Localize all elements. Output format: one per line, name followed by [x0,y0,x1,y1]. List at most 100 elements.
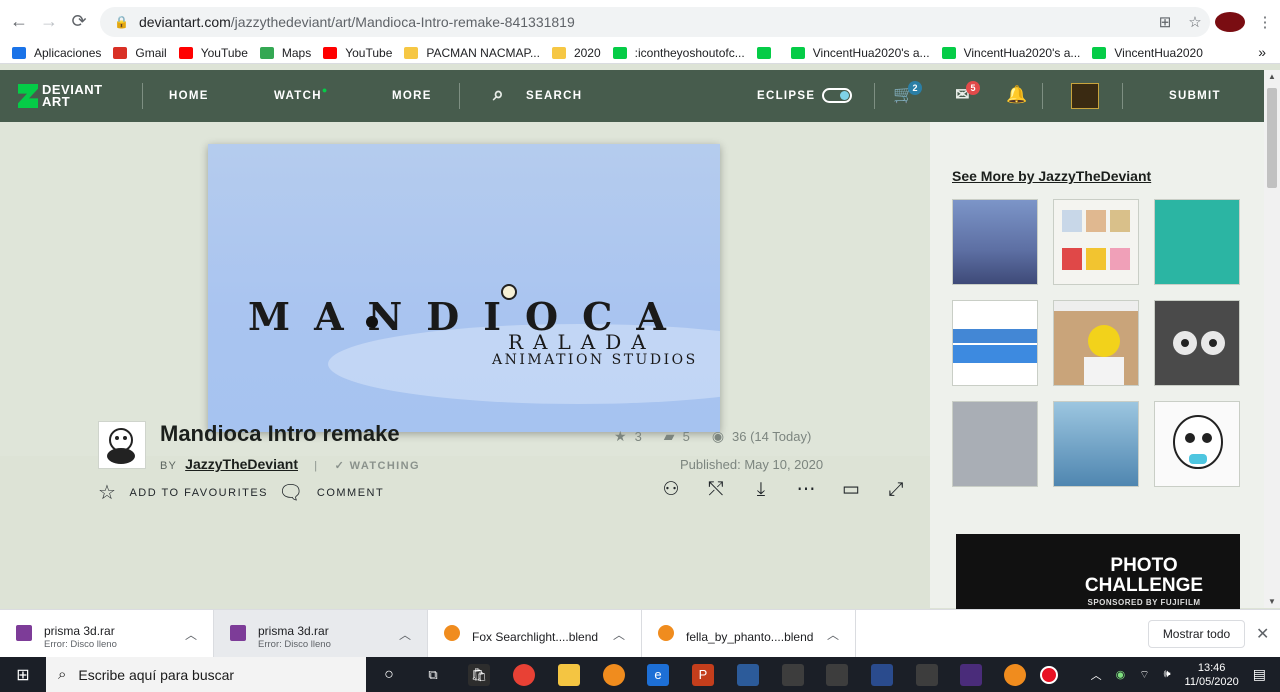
cortana-icon[interactable]: ○ [378,664,400,686]
scrollbar-thumb[interactable] [1267,88,1277,188]
chevron-up-icon[interactable]: ︿ [613,626,625,643]
show-all-downloads-button[interactable]: Mostrar todo [1148,620,1245,648]
nav-watch[interactable]: WATCH● [274,85,329,102]
thumbnail[interactable] [1154,199,1240,285]
comment-label: COMMENT [316,486,385,499]
bookmark-item[interactable]: PACMAN NACMAP... [404,46,540,60]
translate-icon[interactable]: ⊞ [1150,13,1180,31]
store-icon[interactable]: 🛍 [468,664,490,686]
artwork-image[interactable]: MANDIOCA RALADA ANIMATION STUDIOS [208,144,720,432]
powerpoint-icon[interactable]: P [692,664,714,686]
download-item[interactable]: fella_by_phanto....blend ︿ [642,610,856,658]
close-icon[interactable]: ✕ [1256,624,1269,644]
nav-home[interactable]: HOME [169,90,209,102]
network-status-icon[interactable]: ◉ [1116,668,1126,681]
bookmark-item[interactable]: 2020 [551,46,601,60]
record-icon[interactable] [1040,666,1058,684]
thumbnail[interactable] [1053,199,1139,285]
chevron-up-icon[interactable]: ︿ [827,626,839,643]
download-item[interactable]: prisma 3d.rar Error: Disco lleno ︿ [0,610,214,658]
volume-icon[interactable]: 🕪 [1164,668,1171,681]
app-icon[interactable] [960,664,982,686]
thumbnail[interactable] [952,199,1038,285]
scroll-up-icon[interactable]: ▲ [1267,72,1277,81]
watching-button[interactable]: ✓ WATCHING [335,460,420,472]
bookmarks-overflow-icon[interactable]: » [1258,44,1266,60]
file-explorer-icon[interactable] [558,664,580,686]
reload-icon[interactable]: ⟳ [66,8,92,34]
bookmark-item[interactable]: YouTube [323,46,392,60]
theater-mode-icon[interactable]: ▭ [839,478,863,502]
chrome-icon[interactable] [513,664,535,686]
bookmark-item[interactable]: VincentHua2020's a... [941,46,1080,60]
back-icon[interactable]: ← [6,8,32,34]
bookmark-item[interactable]: Gmail [113,46,167,60]
thumbnail[interactable] [1053,300,1139,386]
app-icon[interactable] [737,664,759,686]
user-avatar[interactable] [1071,83,1099,109]
bookmark-item[interactable]: :icontheyoshoutofc... [612,46,745,60]
bookmark-item[interactable]: VincentHua2020 [1092,46,1203,60]
blender-icon[interactable] [1004,664,1026,686]
bookmark-item[interactable] [756,46,779,59]
thumbnail[interactable] [952,300,1038,386]
see-more-link[interactable]: See More by JazzyTheDeviant [952,168,1151,184]
chevron-up-icon[interactable]: ︿ [185,626,197,643]
app-icon[interactable] [871,664,893,686]
comment-button[interactable]: 🗨 COMMENT [278,480,384,505]
star-icon: ★ [614,428,627,444]
chevron-up-icon[interactable]: ︿ [399,626,411,643]
system-clock[interactable]: 13:46 11/05/2020 [1185,661,1239,689]
search-button[interactable]: SEARCH [526,90,582,102]
bookmark-item[interactable]: Maps [259,46,311,60]
app-icon[interactable] [826,664,848,686]
thumbnail[interactable] [1053,401,1139,487]
search-icon[interactable]: ⌕ [488,84,510,106]
menu-kebab-icon[interactable]: ⋮ [1250,13,1280,31]
downloads-bar: prisma 3d.rar Error: Disco lleno ︿ prism… [0,609,1280,658]
scroll-down-icon[interactable]: ▼ [1267,597,1277,606]
download-item[interactable]: Fox Searchlight....blend ︿ [428,610,642,658]
thumbnail[interactable] [1154,300,1240,386]
blender-icon[interactable] [603,664,625,686]
fullscreen-icon[interactable]: ⤢ [884,478,908,502]
bookmark-item[interactable]: YouTube [178,46,248,60]
windows-start-icon[interactable]: ⊞ [0,657,46,692]
deviantart-logo[interactable]: DEVIANT ART [18,83,103,108]
bookmark-star-icon[interactable]: ☆ [1180,13,1210,31]
taskbar-search-input[interactable]: ⌕ Escribe aquí para buscar [46,657,366,692]
app-icon[interactable] [916,664,938,686]
url-path: /jazzythedeviant/art/Mandioca-Intro-rema… [230,14,575,30]
author-link[interactable]: JazzyTheDeviant [185,456,298,472]
thumbnail[interactable] [1154,401,1240,487]
page-scrollbar[interactable]: ▲ ▼ [1264,70,1280,608]
more-dots-icon[interactable]: ⋯ [794,478,818,502]
action-center-icon[interactable]: ▤ [1253,666,1266,683]
address-bar[interactable]: 🔒 deviantart.com /jazzythedeviant/art/Ma… [100,7,1210,37]
share-icon[interactable]: ⤲ [704,478,728,502]
profile-avatar[interactable] [1215,12,1245,32]
add-to-favourites-button[interactable]: ☆ ADD TO FAVOURITES [98,480,268,505]
download-item[interactable]: prisma 3d.rar Error: Disco lleno ︿ [214,610,428,658]
bookmark-item[interactable]: Aplicaciones [12,46,101,60]
download-icon[interactable]: ⤓ [749,478,773,502]
download-name: prisma 3d.rar [44,624,115,638]
app-icon[interactable] [782,664,804,686]
task-view-icon[interactable]: ⧉ [422,664,444,686]
nav-more[interactable]: MORE [392,90,432,102]
group-icon[interactable]: ⚇ [659,478,683,502]
add-to-favourites-label: ADD TO FAVOURITES [129,486,269,499]
edge-icon[interactable]: e [647,664,669,686]
submit-button[interactable]: SUBMIT [1169,90,1221,102]
bookmark-item[interactable]: VincentHua2020's a... [790,46,930,60]
apps-grid-icon [12,46,26,59]
wifi-icon[interactable]: ⌔ [1139,668,1149,682]
gmail-icon [113,46,128,59]
notifications-bell-icon[interactable]: 🔔 [1006,84,1028,106]
chevron-up-icon[interactable]: ︿ [1091,667,1102,683]
thumbnail[interactable] [952,401,1038,487]
photo-challenge-ad[interactable]: PHOTO CHALLENGE SPONSORED BY FUJIFILM [956,534,1240,614]
author-avatar[interactable] [98,421,146,469]
eclipse-toggle[interactable] [822,88,852,103]
forward-icon[interactable]: → [36,8,62,34]
